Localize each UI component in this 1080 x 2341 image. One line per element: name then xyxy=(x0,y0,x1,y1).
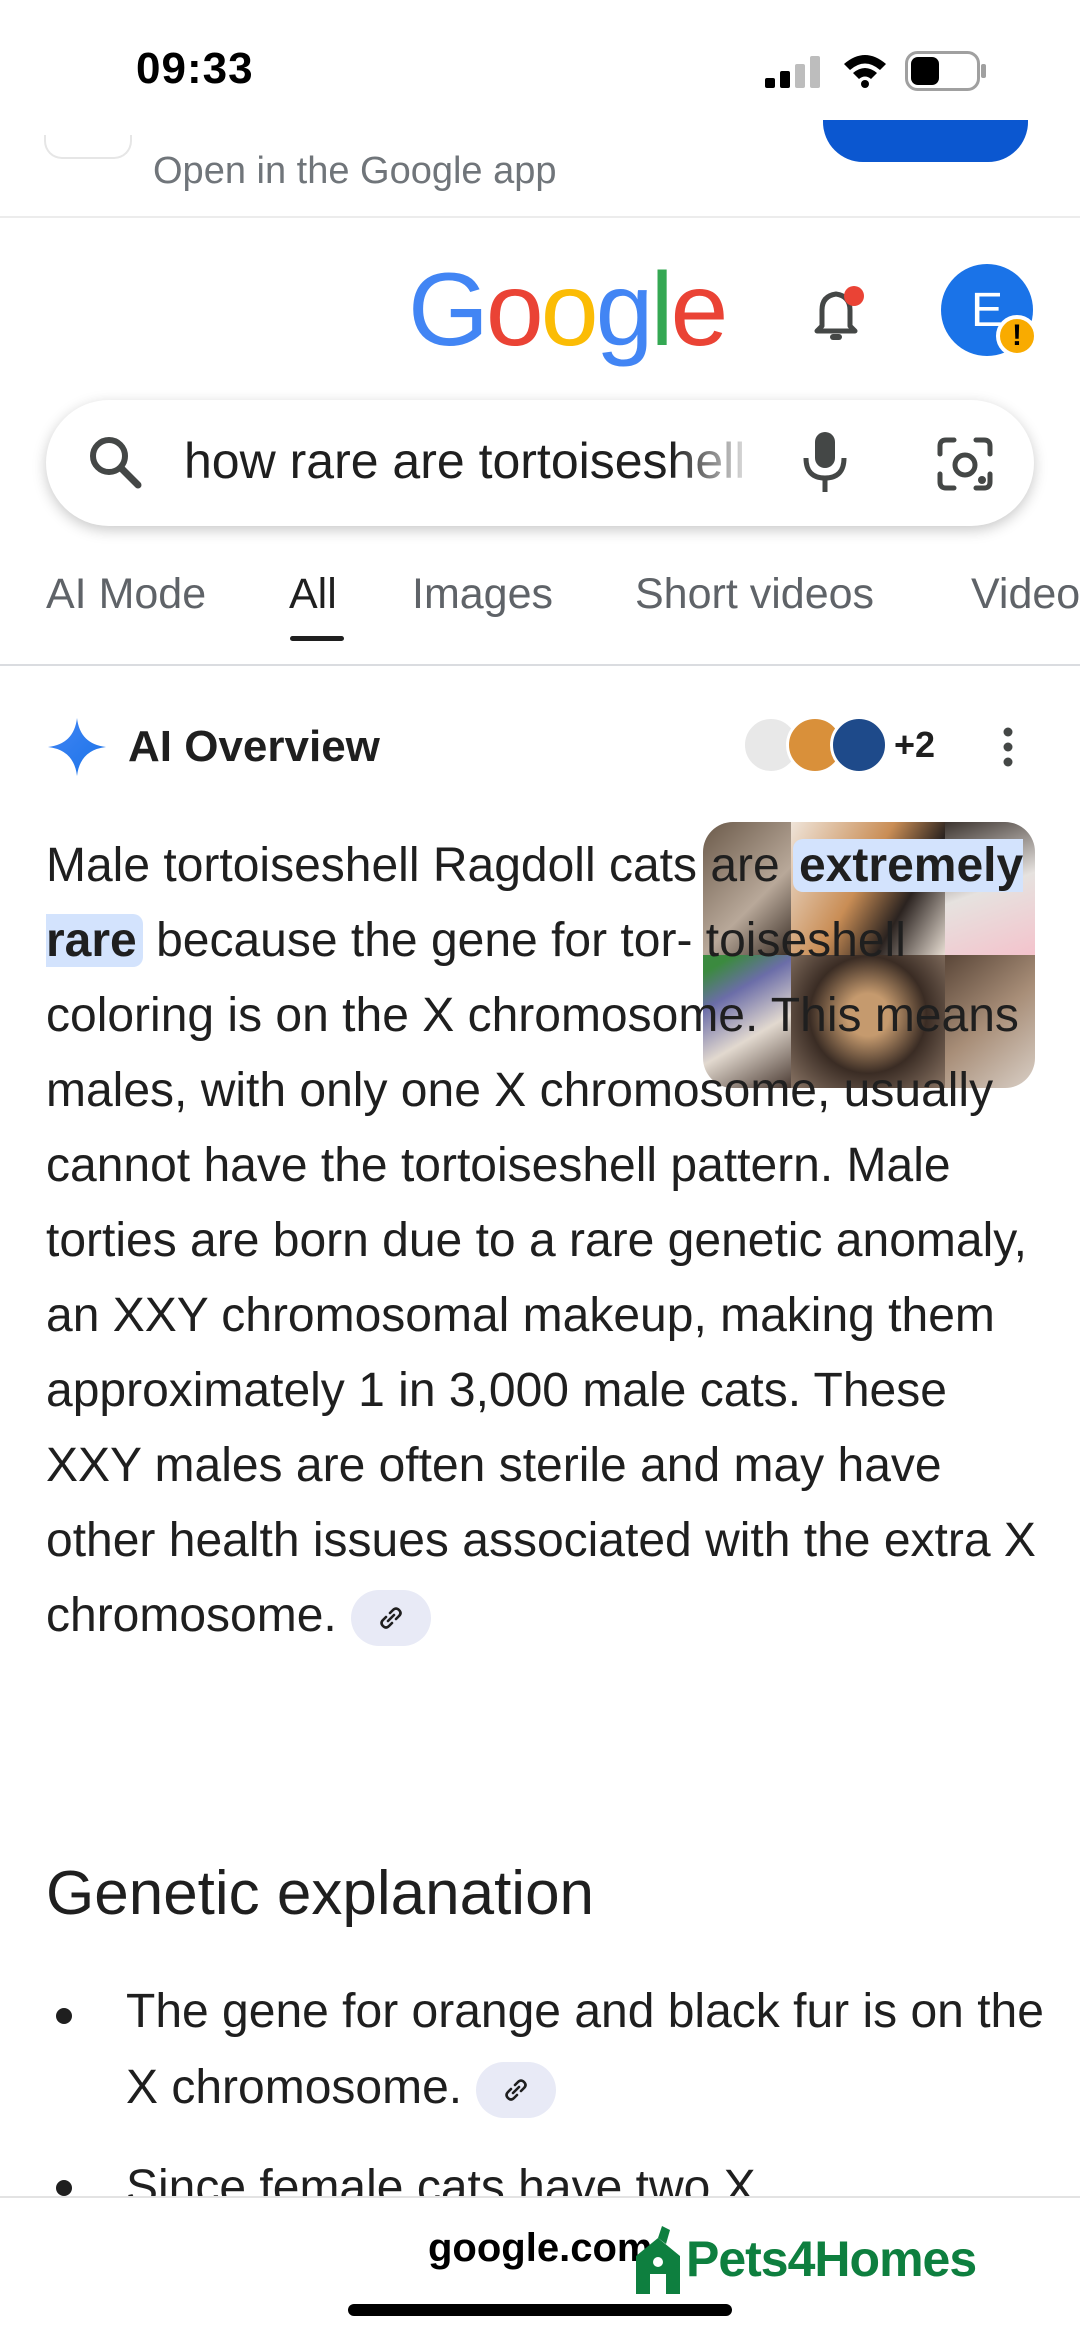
notifications-bell-icon[interactable] xyxy=(808,282,868,346)
ai-overview-answer: Male tortoiseshell Ragdoll cats are extr… xyxy=(46,828,1046,1653)
search-icon[interactable] xyxy=(86,433,144,491)
section-title: Genetic explanation xyxy=(46,1859,595,1928)
pets4homes-watermark: Pets4Homes xyxy=(686,2231,977,2287)
tab-short-videos[interactable]: Short videos xyxy=(635,570,874,619)
google-logo[interactable]: Google xyxy=(408,258,728,362)
google-lens-icon[interactable] xyxy=(936,436,994,492)
source-avatar[interactable] xyxy=(830,716,888,774)
more-options-icon[interactable] xyxy=(1000,726,1016,768)
source-link-chip[interactable] xyxy=(350,1590,431,1647)
open-app-button[interactable] xyxy=(823,120,1028,162)
microphone-icon[interactable] xyxy=(800,428,850,498)
wifi-icon xyxy=(844,55,886,88)
account-warning-badge: ! xyxy=(996,315,1038,357)
status-time: 09:33 xyxy=(136,44,254,93)
home-indicator[interactable] xyxy=(348,2304,732,2316)
bullet-dot xyxy=(56,2008,72,2024)
banner-divider xyxy=(0,216,1080,218)
tab-videos[interactable]: Videos xyxy=(971,570,1080,619)
open-in-app-text[interactable]: Open in the Google app xyxy=(153,150,557,193)
battery-icon xyxy=(905,51,986,91)
source-link-chip[interactable] xyxy=(476,2062,557,2119)
bullet-dot xyxy=(56,2180,72,2196)
list-item: The gene for orange and black fur is on … xyxy=(126,1974,1046,2126)
ai-overview-title: AI Overview xyxy=(128,722,380,771)
url-display[interactable]: google.com xyxy=(428,2226,652,2271)
more-sources-count[interactable]: +2 xyxy=(894,724,935,766)
link-icon xyxy=(505,2079,527,2102)
gemini-sparkle-icon xyxy=(48,718,106,776)
search-input[interactable]: how rare are tortoiseshell male ragdoll … xyxy=(184,432,758,490)
active-tab-indicator xyxy=(290,636,344,641)
link-icon xyxy=(379,1607,402,1630)
tabs-divider xyxy=(0,664,1080,666)
cellular-signal-icon xyxy=(765,56,820,88)
tab-ai-mode[interactable]: AI Mode xyxy=(46,570,206,619)
google-app-icon[interactable] xyxy=(44,135,132,159)
tab-images[interactable]: Images xyxy=(412,570,553,619)
tab-all[interactable]: All xyxy=(289,570,337,619)
